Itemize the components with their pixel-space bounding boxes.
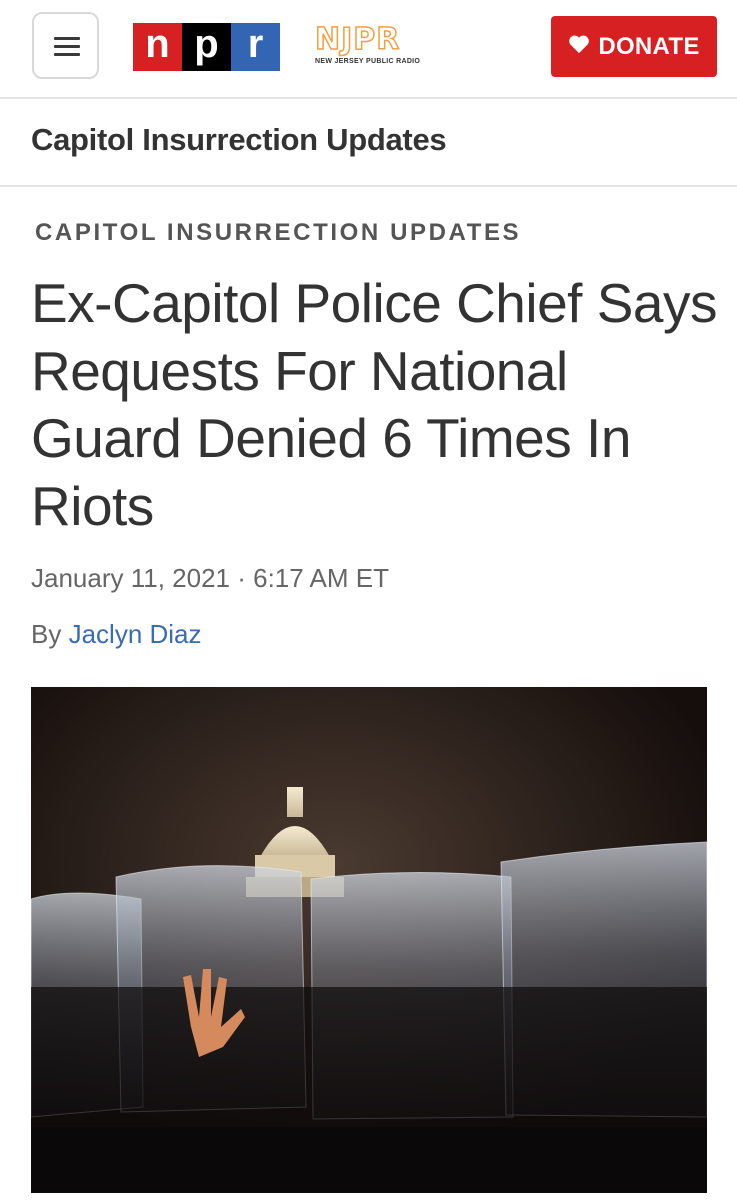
top-header: n p r NJPR NEW JERSEY PUBLIC RADIO DONAT… xyxy=(0,0,737,99)
station-logo[interactable]: NJPR NEW JERSEY PUBLIC RADIO xyxy=(314,22,437,65)
menu-button[interactable] xyxy=(32,12,99,79)
donate-button[interactable]: DONATE xyxy=(551,16,717,77)
article-date: January 11, 2021 · 6:17 AM ET xyxy=(31,563,389,593)
npr-logo-letter-p: p xyxy=(182,23,231,71)
station-name: NJPR xyxy=(314,22,401,57)
npr-logo[interactable]: n p r xyxy=(133,23,280,71)
article-kicker[interactable]: CAPITOL INSURRECTION UPDATES xyxy=(35,219,521,247)
station-subtitle: NEW JERSEY PUBLIC RADIO xyxy=(315,58,421,65)
article-byline: By Jaclyn Diaz xyxy=(31,619,202,650)
section-title[interactable]: Capitol Insurrection Updates xyxy=(31,122,447,158)
author-link[interactable]: Jaclyn Diaz xyxy=(69,619,202,649)
byline-prefix: By xyxy=(31,619,62,649)
npr-logo-letter-n: n xyxy=(133,23,182,71)
article-headline: Ex-Capitol Police Chief Says Requests Fo… xyxy=(31,272,718,537)
npr-logo-letter-r: r xyxy=(231,23,280,71)
lead-photo xyxy=(31,687,707,1193)
section-bar: Capitol Insurrection Updates xyxy=(0,99,737,187)
donate-label: DONATE xyxy=(598,32,700,60)
heart-icon xyxy=(568,34,590,59)
